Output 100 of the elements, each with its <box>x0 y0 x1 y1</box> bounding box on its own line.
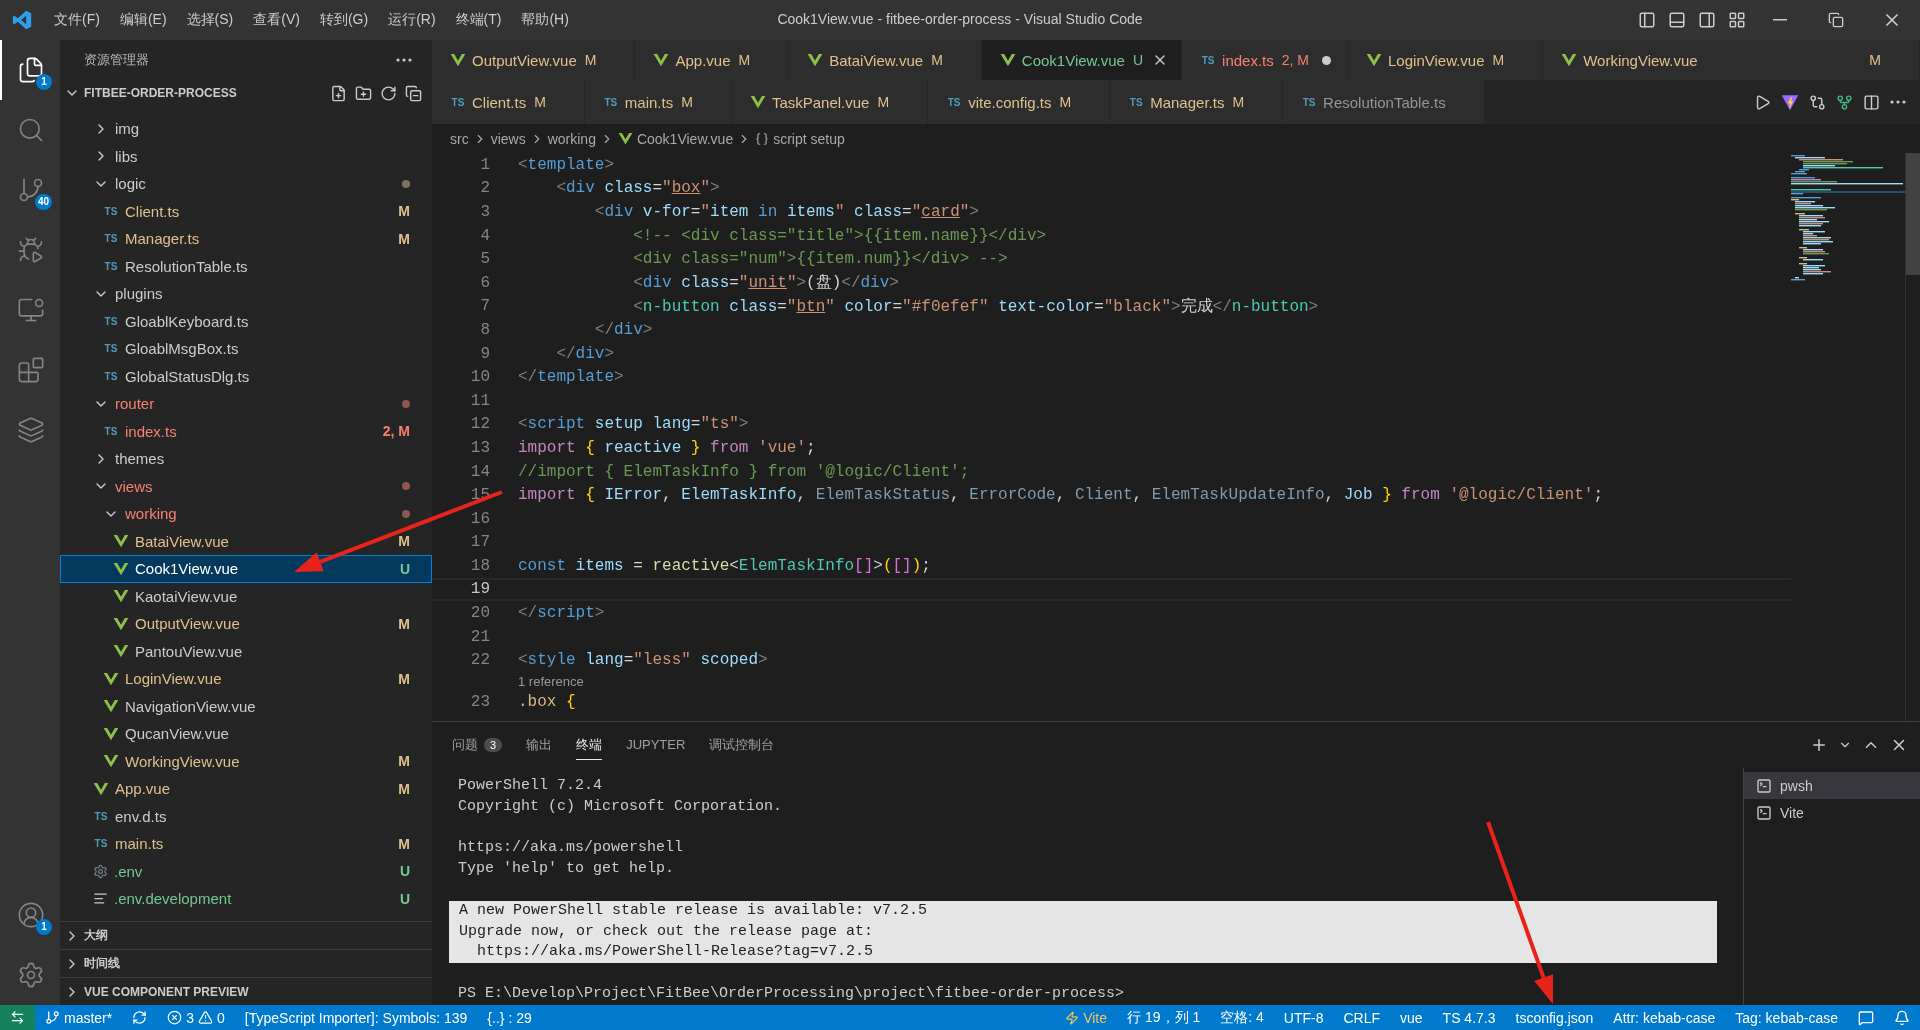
editor-tab[interactable]: TS Client.ts M <box>432 80 585 124</box>
line-number: 8 <box>479 320 490 339</box>
add-icon[interactable] <box>1810 736 1828 754</box>
section-header[interactable]: FITBEE-ORDER-PROCESS <box>60 79 432 107</box>
menu-item[interactable]: 运行(R) <box>378 0 446 40</box>
activity-button[interactable]: 1 <box>0 885 60 945</box>
file-type-icon: TS <box>103 315 119 327</box>
editor-tab[interactable]: WorkingView.vue M <box>1543 40 1920 80</box>
editor-tab[interactable]: TS ResolutionTable.ts <box>1283 80 1485 124</box>
menu-item[interactable]: 文件(F) <box>44 0 110 40</box>
status-item[interactable]: tsconfig.json <box>1505 1005 1604 1030</box>
file-item[interactable]: App.vue M <box>60 775 432 803</box>
file-item[interactable]: TS ResolutionTable.ts <box>60 252 432 280</box>
folder-item[interactable]: logic <box>60 170 432 198</box>
breadcrumb-item[interactable]: src <box>450 130 469 147</box>
section-header[interactable]: 时间线 <box>60 949 432 977</box>
code-lens[interactable]: 1 reference <box>518 673 584 689</box>
breadcrumb-item[interactable]: views <box>490 130 526 147</box>
fork-button[interactable] <box>1836 93 1853 111</box>
folder-item[interactable]: themes <box>60 445 432 473</box>
folder-item[interactable]: working <box>60 500 432 528</box>
status-item[interactable]: Attr: kebab-case <box>1603 1005 1726 1030</box>
file-item[interactable]: TS GloablKeyboard.ts <box>60 307 432 335</box>
file-item[interactable]: OutputView.vue M <box>60 610 432 638</box>
folder-item[interactable]: libs <box>60 142 432 170</box>
status-item[interactable]: UTF-8 <box>1273 1005 1334 1030</box>
collapse-icon[interactable] <box>405 84 422 102</box>
status-item[interactable]: {..} : 29 <box>477 1005 542 1030</box>
folder-item[interactable]: views <box>60 472 432 500</box>
menu-item[interactable]: 终端(T) <box>445 0 512 40</box>
editor-tab[interactable]: TS vite.config.ts M <box>928 80 1111 124</box>
file-item[interactable]: TS GloablMsgBox.ts <box>60 335 432 363</box>
compare-button[interactable] <box>1809 93 1826 111</box>
refresh-icon[interactable] <box>380 84 397 102</box>
editor-tab[interactable]: App.vue M <box>635 40 790 80</box>
editor-tab[interactable]: Cook1View.vue U <box>981 40 1183 80</box>
status-item[interactable]: Tag: kebab-case <box>1725 1005 1848 1030</box>
preview-button[interactable] <box>1781 93 1799 111</box>
file-item[interactable]: TS GlobalStatusDlg.ts <box>60 362 432 390</box>
editor-tab[interactable]: TS main.ts M <box>584 80 732 124</box>
status-item[interactable]: CRLF <box>1333 1005 1390 1030</box>
file-item[interactable]: KaotaiView.vue <box>60 582 432 610</box>
editor-tab[interactable]: BataiView.vue M <box>789 40 982 80</box>
file-item[interactable]: BataiView.vue M <box>60 527 432 555</box>
file-item[interactable]: TS main.ts M <box>60 830 432 858</box>
new-file-icon[interactable] <box>330 84 347 102</box>
folder-item[interactable]: img <box>60 115 432 143</box>
breadcrumb-item[interactable]: working <box>547 130 596 147</box>
file-item[interactable]: LoginView.vue M <box>60 665 432 693</box>
file-item[interactable]: TS Manager.ts M <box>60 225 432 253</box>
file-item[interactable]: PantouView.vue <box>60 637 432 665</box>
editor-tab[interactable]: TaskPanel.vue M <box>731 80 929 124</box>
panel-tab[interactable]: 问题 3 <box>452 730 503 760</box>
remote-button[interactable] <box>0 1005 35 1030</box>
scrollbar-thumb[interactable] <box>1906 153 1920 275</box>
run-button[interactable] <box>1754 93 1771 111</box>
editor-tab[interactable]: TS index.ts 2, M <box>1182 40 1348 80</box>
status-item[interactable]: 行 19，列 1 <box>1117 1005 1211 1030</box>
breadcrumb-item[interactable]: Cook1View.vue <box>617 130 734 147</box>
file-item[interactable]: TS index.ts 2, M <box>60 417 432 445</box>
more-icon[interactable] <box>396 57 412 62</box>
file-item[interactable]: WorkingView.vue M <box>60 747 432 775</box>
status-item[interactable]: TS 4.7.3 <box>1432 1005 1506 1030</box>
menu-item[interactable]: 编辑(E) <box>109 0 177 40</box>
status-item[interactable]: [TypeScript Importer]: Symbols: 139 <box>234 1005 478 1030</box>
section-header[interactable]: 大纲 <box>60 921 432 949</box>
branch-button[interactable]: master* <box>35 1005 123 1030</box>
fork-icon <box>1836 93 1853 111</box>
count-badge: 1 <box>36 919 52 935</box>
file-item[interactable]: QucanView.vue <box>60 720 432 748</box>
new-folder-icon[interactable] <box>355 84 372 102</box>
file-item[interactable]: Cook1View.vue U <box>60 555 432 583</box>
editor-tab[interactable]: OutputView.vue M <box>432 40 636 80</box>
editor-tab[interactable]: LoginView.vue M <box>1348 40 1544 80</box>
terminal-line: Type 'help' to get help. <box>458 859 676 880</box>
file-item[interactable]: TS Client.ts M <box>60 197 432 225</box>
status-item[interactable]: vue <box>1390 1005 1433 1030</box>
activity-button[interactable]: 40 <box>0 160 60 220</box>
panel-tab[interactable]: 输出 <box>526 730 553 760</box>
terminal-item[interactable]: Vite <box>1744 799 1920 826</box>
editor-tab[interactable]: TS Manager.ts M <box>1110 80 1284 124</box>
panel-tab[interactable]: 终端 <box>576 730 603 760</box>
breadcrumb-item[interactable]: script setup <box>755 130 845 147</box>
menu-item[interactable]: 查看(V) <box>243 0 310 40</box>
folder-item[interactable]: router <box>60 390 432 418</box>
status-item[interactable]: 空格: 4 <box>1210 1005 1274 1030</box>
panel-tab[interactable]: JUPYTER <box>626 730 686 760</box>
terminal-item[interactable]: pwsh <box>1744 772 1920 799</box>
menu-item[interactable]: 转到(G) <box>309 0 379 40</box>
file-item[interactable]: .env.development U <box>60 885 432 913</box>
file-item[interactable]: .env U <box>60 857 432 885</box>
more-button[interactable] <box>1890 100 1906 104</box>
folder-item[interactable]: plugins <box>60 280 432 308</box>
file-item[interactable]: NavigationView.vue <box>60 692 432 720</box>
panel-tab[interactable]: 调试控制台 <box>709 730 775 760</box>
problems-button[interactable]: 3 0 <box>157 1005 235 1030</box>
menu-item[interactable]: 选择(S) <box>176 0 244 40</box>
menu-item[interactable]: 帮助(H) <box>511 0 579 40</box>
file-item[interactable]: TS env.d.ts <box>60 802 432 830</box>
split-editor-button[interactable] <box>1863 93 1880 111</box>
